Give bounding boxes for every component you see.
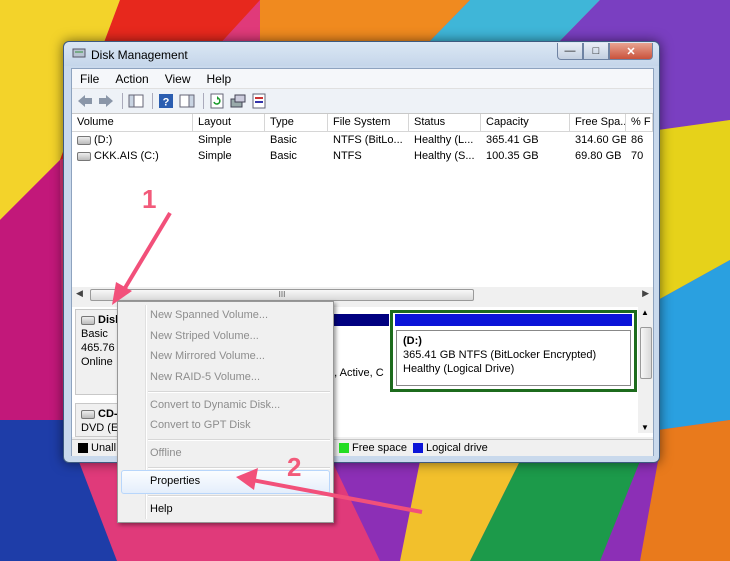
menu-item-properties[interactable]: Properties (150, 475, 200, 487)
column-header-free-space[interactable]: Free Spa... (570, 114, 626, 131)
partition-d-name: (D:) (403, 335, 422, 347)
scroll-up-arrow-icon[interactable]: ▲ (641, 308, 649, 317)
window-title: Disk Management (91, 48, 188, 62)
menu-file[interactable]: File (72, 72, 107, 86)
column-header-type[interactable]: Type (265, 114, 328, 131)
column-header-layout[interactable]: Layout (193, 114, 265, 131)
table-cell: NTFS (333, 150, 362, 162)
menu-item-new-mirrored-volume[interactable]: New Mirrored Volume... (150, 350, 265, 362)
menu-separator (148, 439, 330, 441)
table-cell: 365.41 GB (486, 134, 539, 146)
annotation-step-1: 1 (142, 184, 157, 214)
column-header-file-system[interactable]: File System (328, 114, 409, 131)
column-header-percent-free[interactable]: % F (626, 114, 653, 131)
menu-item-new-raid5-volume[interactable]: New RAID-5 Volume... (150, 371, 260, 383)
back-icon[interactable] (76, 92, 94, 110)
menu-item-convert-to-gpt-disk[interactable]: Convert to GPT Disk (150, 419, 251, 431)
scroll-left-arrow-icon[interactable]: ◀ (76, 288, 83, 299)
table-cell: 86 (631, 134, 644, 146)
legend-swatch-unallocated (78, 443, 88, 453)
drive-icon (77, 135, 91, 145)
menu-item-convert-to-dynamic-disk[interactable]: Convert to Dynamic Disk... (150, 399, 280, 411)
toolbar-separator (203, 93, 204, 109)
table-cell: Healthy (L... (414, 134, 474, 146)
disk-management-app-icon (72, 48, 86, 58)
annotation-step-2: 2 (287, 452, 302, 482)
menu-action[interactable]: Action (107, 72, 156, 86)
toolbar-separator (152, 93, 153, 109)
refresh-icon[interactable] (208, 92, 226, 110)
table-row[interactable]: (D:) Simple Basic NTFS (BitLo... Healthy… (72, 132, 653, 148)
menu-view[interactable]: View (157, 72, 199, 86)
menu-separator (148, 391, 330, 393)
column-header-volume[interactable]: Volume (72, 114, 193, 131)
table-row[interactable]: CKK.AIS (C:) Simple Basic NTFS Healthy (… (72, 148, 653, 164)
table-cell: Basic (270, 150, 297, 162)
menu-item-new-spanned-volume[interactable]: New Spanned Volume... (150, 309, 268, 321)
volume-name: CKK.AIS (C:) (94, 150, 159, 162)
legend-swatch-logical-drive (413, 443, 424, 453)
title-bar[interactable]: Disk Management — □ ✕ (64, 42, 659, 66)
partition-d-status: Healthy (Logical Drive) (403, 363, 515, 375)
cd-name: CD- (98, 408, 118, 420)
partition-d-header-bar (395, 314, 632, 326)
menu-separator (148, 467, 330, 469)
menu-separator (148, 495, 330, 497)
close-button[interactable]: ✕ (609, 43, 653, 60)
maximize-button[interactable]: □ (583, 43, 609, 60)
scrollbar-thumb[interactable]: III (90, 289, 474, 301)
volume-name: (D:) (94, 134, 113, 146)
vertical-scrollbar[interactable]: ▲ ▼ (638, 307, 653, 433)
toolbar: ? (72, 89, 653, 114)
table-cell: 100.35 GB (486, 150, 539, 162)
partition-c-text: e, Active, C (328, 367, 384, 379)
table-cell: 69.80 GB (575, 150, 622, 162)
drive-icon (77, 151, 91, 161)
menu-item-help[interactable]: Help (150, 503, 173, 515)
menu-item-offline[interactable]: Offline (150, 447, 182, 459)
show-hide-console-tree-icon[interactable] (127, 92, 145, 110)
column-header-status[interactable]: Status (409, 114, 481, 131)
partition-d[interactable]: (D:) 365.41 GB NTFS (BitLocker Encrypted… (390, 310, 637, 392)
menu-bar: File Action View Help (72, 69, 653, 89)
cd-icon (81, 409, 95, 419)
table-cell: NTFS (BitLo... (333, 134, 403, 146)
volume-list: Volume Layout Type File System Status Ca… (72, 114, 653, 302)
disk-icon (81, 315, 95, 325)
horizontal-scrollbar[interactable]: ◀ III ▶ (72, 287, 653, 302)
rescan-disks-icon[interactable] (229, 92, 247, 110)
scroll-down-arrow-icon[interactable]: ▼ (641, 423, 649, 432)
menu-help[interactable]: Help (199, 72, 240, 86)
menu-item-new-striped-volume[interactable]: New Striped Volume... (150, 330, 259, 342)
table-cell: Simple (198, 134, 232, 146)
properties-icon[interactable] (250, 92, 268, 110)
show-hide-action-pane-icon[interactable] (178, 92, 196, 110)
table-cell: Simple (198, 150, 232, 162)
table-cell: Healthy (S... (414, 150, 475, 162)
legend-label-logical-drive: Logical drive (426, 442, 488, 454)
svg-text:?: ? (163, 97, 170, 109)
minimize-button[interactable]: — (557, 43, 583, 60)
volume-list-header: Volume Layout Type File System Status Ca… (72, 114, 653, 132)
disk-context-menu: New Spanned Volume... New Striped Volume… (117, 301, 334, 523)
legend-label-unallocated: Unall (91, 442, 117, 454)
scroll-right-arrow-icon[interactable]: ▶ (642, 288, 649, 299)
partition-d-detail: 365.41 GB NTFS (BitLocker Encrypted) (403, 349, 597, 361)
forward-icon[interactable] (97, 92, 115, 110)
legend-swatch-free-space (338, 443, 349, 453)
toolbar-separator (122, 93, 123, 109)
table-cell: 314.60 GB (575, 134, 626, 146)
scrollbar-thumb[interactable] (640, 327, 652, 379)
table-cell: 70 (631, 150, 644, 162)
legend-label-free-space: Free space (351, 442, 408, 454)
table-cell: Basic (270, 134, 297, 146)
help-icon[interactable]: ? (157, 92, 175, 110)
column-header-capacity[interactable]: Capacity (481, 114, 570, 131)
